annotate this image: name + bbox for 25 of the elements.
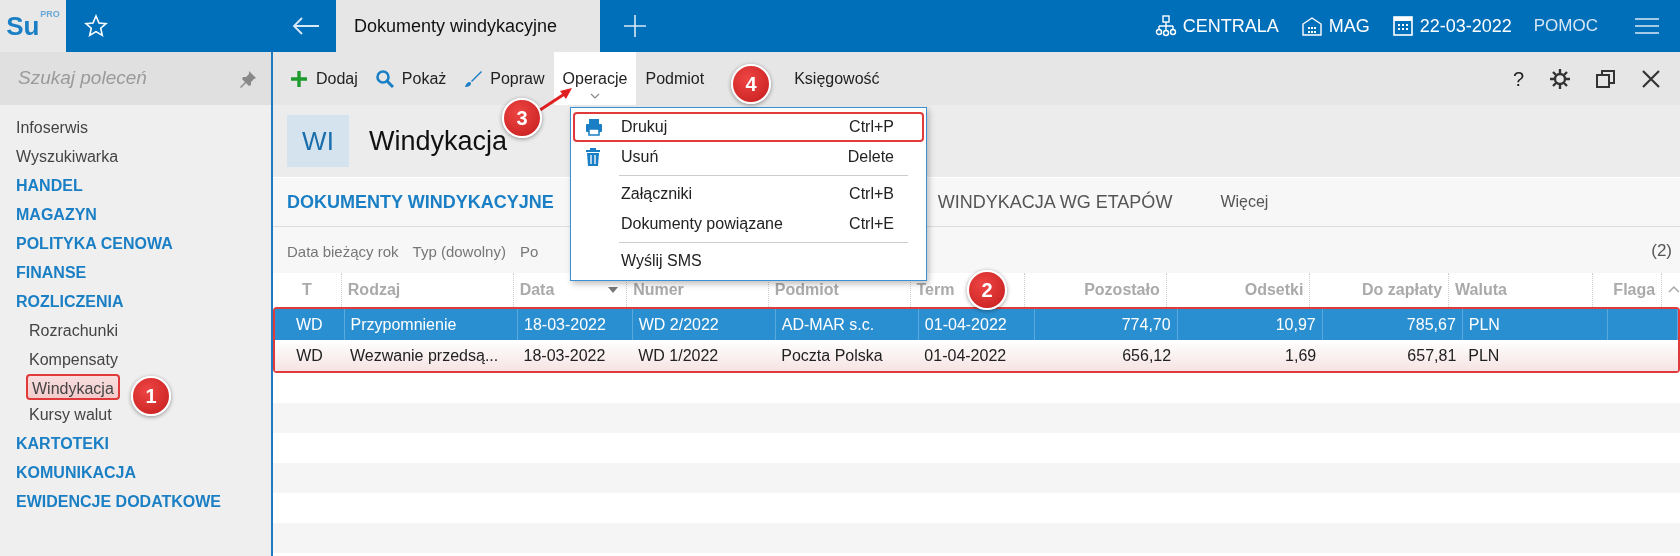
table-cell: WD 1/2022	[632, 340, 776, 371]
table-cell: Poczta Polska	[775, 340, 919, 371]
table-cell: 657,81	[1322, 340, 1463, 371]
record-count: (2)	[1651, 239, 1672, 262]
table-cell: 656,12	[1034, 340, 1178, 371]
table-cell: 10,97	[1177, 309, 1323, 340]
table-cell: AD-MAR s.c.	[775, 309, 919, 340]
table-cell: Wezwanie przedsą...	[344, 340, 518, 371]
table-cell: 774,70	[1034, 309, 1178, 340]
logo-text: Su	[6, 9, 40, 43]
table-cell: 785,67	[1322, 309, 1463, 340]
filter-label: Data	[287, 241, 319, 262]
table-cell: WD 2/2022	[632, 309, 776, 340]
table-cell: WD	[275, 340, 344, 371]
table-cell: PLN	[1462, 309, 1608, 340]
table-cell: 1,69	[1177, 340, 1323, 371]
table-cell: PLN	[1462, 340, 1608, 371]
table-cell: 18-03-2022	[517, 309, 633, 340]
logo-superscript: PRO	[40, 9, 60, 19]
table-cell: 01-04-2022	[918, 340, 1035, 371]
table-cell: Przypomnienie	[344, 309, 518, 340]
table-cell: 01-04-2022	[918, 309, 1035, 340]
module-badge: WI	[287, 115, 349, 167]
table-cell: WD	[275, 309, 344, 340]
table-cell: 18-03-2022	[517, 340, 633, 371]
